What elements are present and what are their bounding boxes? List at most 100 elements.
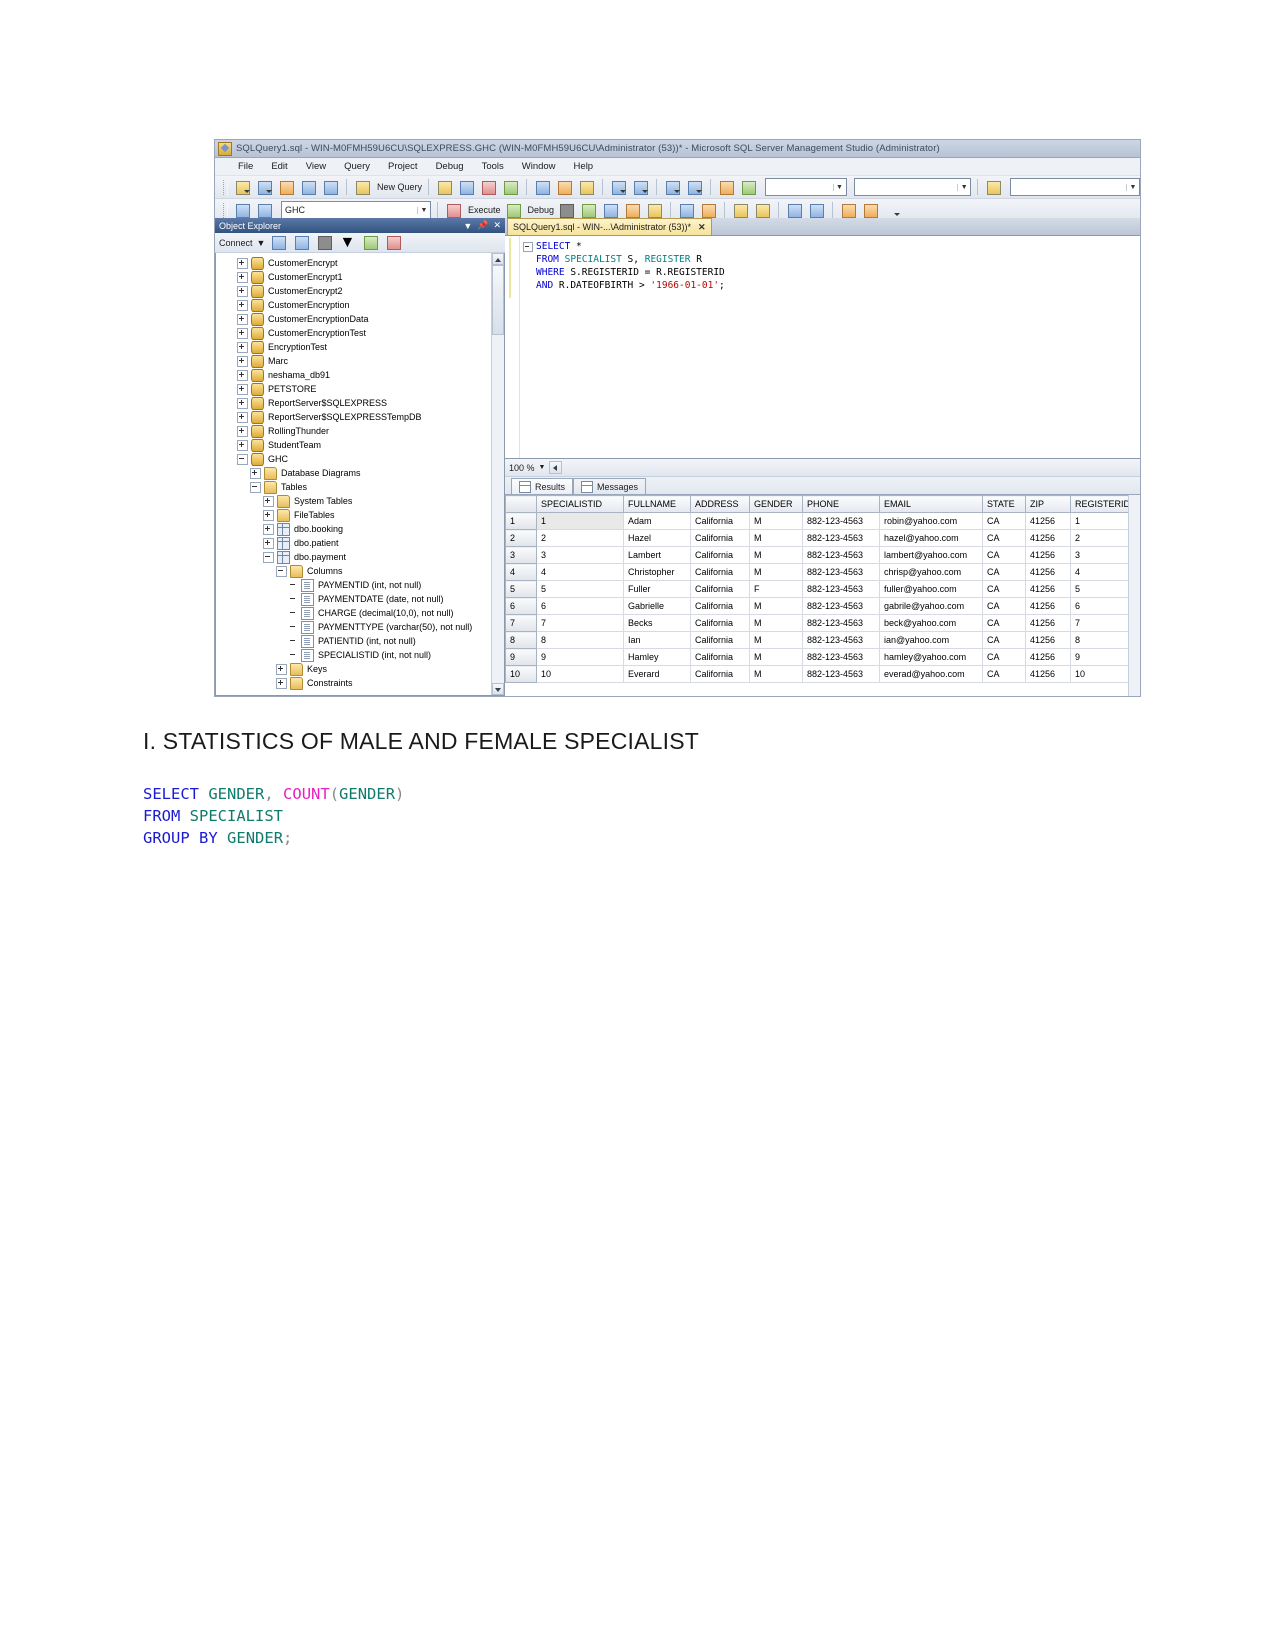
- table-cell[interactable]: gabrile@yahoo.com: [879, 597, 983, 615]
- table-row[interactable]: 10 10 Everard California M 882-123-4563 everad…: [505, 665, 1138, 683]
- panel-menu-icon[interactable]: ▼: [463, 221, 472, 231]
- table-row[interactable]: 5 5 Fuller California F 882-123-4563 fuller@ya…: [505, 580, 1138, 598]
- query-options-icon[interactable]: [623, 201, 642, 220]
- table-cell[interactable]: CA: [982, 614, 1026, 632]
- table-cell[interactable]: chrisp@yahoo.com: [879, 563, 983, 581]
- table-cell[interactable]: M: [749, 597, 803, 615]
- expand-icon[interactable]: [237, 327, 248, 339]
- menu-item-tools[interactable]: Tools: [473, 160, 513, 173]
- tree-node[interactable]: CustomerEncryptionData: [216, 312, 504, 326]
- row-number[interactable]: 5: [505, 580, 537, 598]
- uncomment-icon[interactable]: [753, 201, 772, 220]
- table-cell[interactable]: 882-123-4563: [802, 665, 880, 683]
- column-header[interactable]: SPECIALISTID: [536, 495, 624, 513]
- table-cell[interactable]: Fuller: [623, 580, 691, 598]
- tree-node[interactable]: FileTables: [216, 508, 504, 522]
- expand-icon[interactable]: [237, 397, 248, 409]
- row-number[interactable]: 1: [505, 512, 537, 530]
- table-cell[interactable]: CA: [982, 597, 1026, 615]
- expand-icon[interactable]: [237, 355, 248, 367]
- table-cell[interactable]: hazel@yahoo.com: [879, 529, 983, 547]
- tree-node[interactable]: EncryptionTest: [216, 340, 504, 354]
- scroll-thumb[interactable]: [492, 265, 504, 335]
- tree-node[interactable]: CustomerEncryption: [216, 298, 504, 312]
- table-cell[interactable]: ian@yahoo.com: [879, 631, 983, 649]
- table-cell[interactable]: 41256: [1025, 614, 1071, 632]
- table-cell[interactable]: 882-123-4563: [802, 631, 880, 649]
- connect-dropdown-icon[interactable]: ▼: [257, 238, 266, 248]
- refresh-icon[interactable]: [361, 233, 380, 252]
- table-cell[interactable]: California: [690, 563, 750, 581]
- expand-icon[interactable]: [237, 341, 248, 353]
- table-cell[interactable]: CA: [982, 563, 1026, 581]
- table-cell[interactable]: California: [690, 546, 750, 564]
- table-cell[interactable]: Gabrielle: [623, 597, 691, 615]
- expand-icon[interactable]: [237, 285, 248, 297]
- tree-node[interactable]: dbo.booking: [216, 522, 504, 536]
- toolbar-overflow-icon[interactable]: [883, 201, 902, 220]
- copy-icon[interactable]: [555, 178, 574, 197]
- collapse-icon[interactable]: [276, 565, 287, 577]
- table-cell[interactable]: CA: [982, 546, 1026, 564]
- tab-results[interactable]: Results: [511, 478, 574, 494]
- table-cell[interactable]: California: [690, 580, 750, 598]
- tree-node[interactable]: CustomerEncrypt2: [216, 284, 504, 298]
- table-cell[interactable]: Christopher: [623, 563, 691, 581]
- display-estimated-plan-icon[interactable]: [601, 201, 620, 220]
- object-explorer-tree[interactable]: CustomerEncrypt CustomerEncrypt1 CustomerE…: [215, 253, 505, 696]
- table-cell[interactable]: CA: [982, 665, 1026, 683]
- column-header[interactable]: EMAIL: [879, 495, 983, 513]
- table-cell[interactable]: 882-123-4563: [802, 563, 880, 581]
- table-cell[interactable]: M: [749, 648, 803, 666]
- table-cell[interactable]: Hamley: [623, 648, 691, 666]
- expand-icon[interactable]: [237, 439, 248, 451]
- sql-toolbar-grip[interactable]: [223, 202, 228, 218]
- table-cell[interactable]: 882-123-4563: [802, 614, 880, 632]
- table-cell[interactable]: CA: [982, 580, 1026, 598]
- editor-outline-margin[interactable]: [520, 236, 534, 458]
- save-all-icon[interactable]: [321, 178, 340, 197]
- navigate-forward-icon[interactable]: [685, 178, 704, 197]
- expand-icon[interactable]: [237, 383, 248, 395]
- new-database-engine-query-icon[interactable]: [435, 178, 454, 197]
- expand-icon[interactable]: [263, 495, 274, 507]
- table-cell[interactable]: F: [749, 580, 803, 598]
- disconnect-object-explorer-icon[interactable]: [292, 233, 311, 252]
- table-cell[interactable]: 41256: [1025, 580, 1071, 598]
- tree-node[interactable]: ReportServer$SQLEXPRESSTempDB: [216, 410, 504, 424]
- tree-node[interactable]: PAYMENTDATE (date, not null): [216, 592, 504, 606]
- table-cell[interactable]: California: [690, 665, 750, 683]
- menu-item-view[interactable]: View: [297, 160, 335, 173]
- table-cell[interactable]: M: [749, 529, 803, 547]
- row-number[interactable]: 4: [505, 563, 537, 581]
- table-cell[interactable]: Everard: [623, 665, 691, 683]
- expand-icon[interactable]: [237, 257, 248, 269]
- row-number[interactable]: 3: [505, 546, 537, 564]
- editor-zoom-dropdown-icon[interactable]: ▼: [539, 464, 546, 471]
- table-cell[interactable]: CA: [982, 529, 1026, 547]
- table-cell[interactable]: beck@yahoo.com: [879, 614, 983, 632]
- table-cell[interactable]: robin@yahoo.com: [879, 512, 983, 530]
- expand-icon[interactable]: [237, 299, 248, 311]
- table-cell[interactable]: 882-123-4563: [802, 648, 880, 666]
- sql-editor[interactable]: SELECT * FROM SPECIALIST S, REGISTER R WHE…: [505, 236, 1140, 459]
- tree-node[interactable]: GHC: [216, 452, 504, 466]
- expand-icon[interactable]: [237, 369, 248, 381]
- table-cell[interactable]: 41256: [1025, 631, 1071, 649]
- config-combo[interactable]: ▼: [765, 178, 847, 196]
- expand-icon[interactable]: [237, 271, 248, 283]
- row-number[interactable]: 9: [505, 648, 537, 666]
- menu-item-debug[interactable]: Debug: [427, 160, 473, 173]
- collapse-icon[interactable]: [250, 481, 261, 493]
- tree-node[interactable]: CustomerEncryptionTest: [216, 326, 504, 340]
- table-cell[interactable]: CA: [982, 631, 1026, 649]
- redo-icon[interactable]: [631, 178, 650, 197]
- connect-object-explorer-icon[interactable]: [269, 233, 288, 252]
- table-row[interactable]: 6 6 Gabrielle California M 882-123-4563 gabril…: [505, 597, 1138, 615]
- table-row[interactable]: 9 9 Hamley California M 882-123-4563 hamley@ya…: [505, 648, 1138, 666]
- tree-node[interactable]: CustomerEncrypt: [216, 256, 504, 270]
- open-file-icon[interactable]: [277, 178, 296, 197]
- new-analysis-services-mdx-query-icon[interactable]: [457, 178, 476, 197]
- sql-code-text[interactable]: SELECT * FROM SPECIALIST S, REGISTER R WHE…: [534, 236, 1140, 458]
- new-project-icon[interactable]: [233, 178, 252, 197]
